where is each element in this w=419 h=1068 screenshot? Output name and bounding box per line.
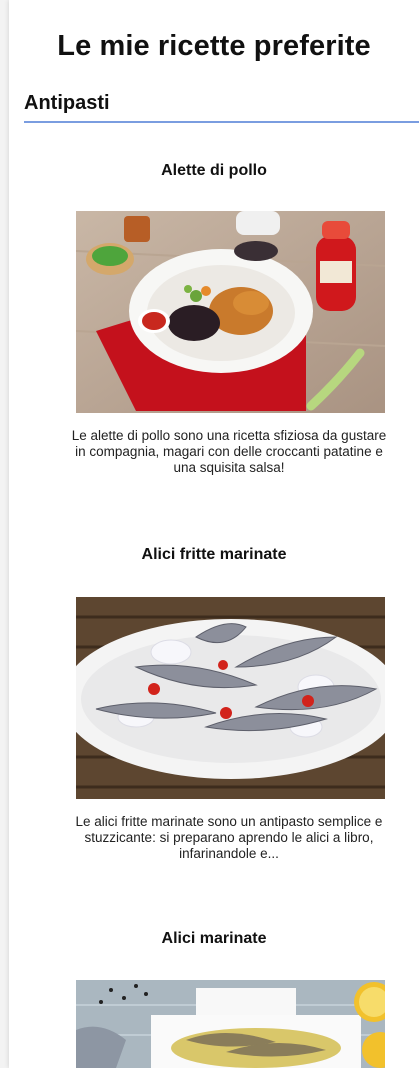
recipe-card-alici-marinate[interactable]: Alici marinate — [9, 930, 419, 948]
recipe-page: Le mie ricette preferite Antipasti Alett… — [9, 0, 419, 1068]
recipe-card-alette[interactable]: Alette di pollo — [9, 162, 419, 180]
recipe-title[interactable]: Alici marinate — [9, 930, 419, 948]
recipe-title[interactable]: Alici fritte marinate — [9, 546, 419, 564]
recipe-title[interactable]: Alette di pollo — [9, 162, 419, 180]
section-title: Antipasti — [24, 92, 419, 123]
recipe-description: Le alici fritte marinate sono un antipas… — [75, 814, 383, 861]
recipe-image-alici-fritte[interactable] — [76, 597, 385, 799]
recipe-description: Le alette di pollo sono una ricetta sfiz… — [71, 428, 387, 475]
page-title: Le mie ricette preferite — [57, 30, 371, 62]
recipe-card-alici-fritte[interactable]: Alici fritte marinate — [9, 546, 419, 564]
recipe-image-alici-marinate[interactable] — [76, 980, 385, 1068]
recipe-image-alette[interactable] — [76, 211, 385, 413]
